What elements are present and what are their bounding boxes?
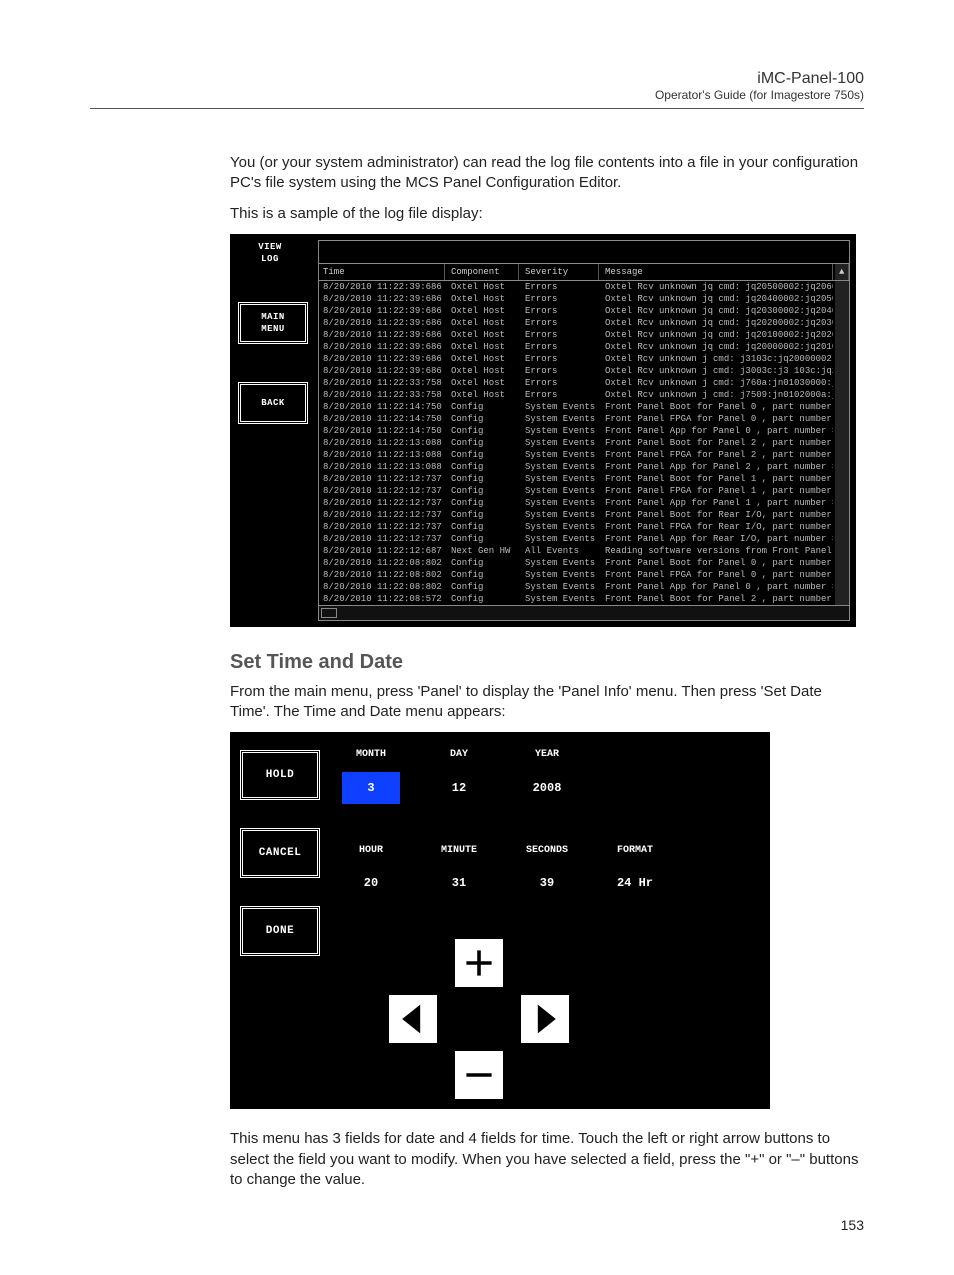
right-arrow-button[interactable] — [520, 994, 570, 1044]
label-year: YEAR — [518, 748, 576, 762]
value-seconds[interactable]: 39 — [518, 867, 576, 899]
col-time: Time — [319, 264, 445, 280]
log-row: 8/20/2010 11:22:14:750ConfigSystem Event… — [319, 413, 849, 425]
log-row: 8/20/2010 11:22:39:686Oxtel HostErrorsOx… — [319, 365, 849, 377]
value-year[interactable]: 2008 — [518, 772, 576, 804]
col-severity: Severity — [521, 264, 599, 280]
done-button[interactable]: DONE — [240, 906, 320, 956]
label-day: DAY — [430, 748, 488, 762]
plus-button[interactable] — [454, 938, 504, 988]
log-row: 8/20/2010 11:22:33:758Oxtel HostErrorsOx… — [319, 389, 849, 401]
left-arrow-button[interactable] — [388, 994, 438, 1044]
doc-subtitle: Operator's Guide (for Imagestore 750s) — [90, 88, 864, 102]
value-format[interactable]: 24 Hr — [606, 867, 664, 899]
label-month: MONTH — [342, 748, 400, 762]
view-log-button[interactable]: VIEW LOG — [238, 242, 302, 264]
log-row: 8/20/2010 11:22:13:088ConfigSystem Event… — [319, 437, 849, 449]
log-row: 8/20/2010 11:22:39:686Oxtel HostErrorsOx… — [319, 293, 849, 305]
log-toolbar — [319, 241, 849, 264]
page-number: 153 — [230, 1216, 864, 1235]
back-button[interactable]: BACK — [238, 382, 308, 424]
doc-title: iMC-Panel-100 — [90, 70, 864, 88]
hold-button[interactable]: HOLD — [240, 750, 320, 800]
log-row: 8/20/2010 11:22:08:802ConfigSystem Event… — [319, 581, 849, 593]
log-row: 8/20/2010 11:22:14:750ConfigSystem Event… — [319, 401, 849, 413]
log-row: 8/20/2010 11:22:08:802ConfigSystem Event… — [319, 569, 849, 581]
col-component: Component — [447, 264, 519, 280]
log-row: 8/20/2010 11:22:14:750ConfigSystem Event… — [319, 425, 849, 437]
cancel-button[interactable]: CANCEL — [240, 828, 320, 878]
log-row: 8/20/2010 11:22:39:686Oxtel HostErrorsOx… — [319, 353, 849, 365]
log-row: 8/20/2010 11:22:08:572ConfigSystem Event… — [319, 593, 849, 605]
section-heading-set-time: Set Time and Date — [230, 649, 864, 676]
label-minute: MINUTE — [430, 844, 488, 858]
log-row: 8/20/2010 11:22:39:686Oxtel HostErrorsOx… — [319, 305, 849, 317]
log-body: 8/20/2010 11:22:39:686Oxtel HostErrorsOx… — [319, 281, 849, 605]
log-row: 8/20/2010 11:22:33:758Oxtel HostErrorsOx… — [319, 377, 849, 389]
value-hour[interactable]: 20 — [342, 867, 400, 899]
minus-button[interactable] — [454, 1050, 504, 1100]
log-row: 8/20/2010 11:22:12:737ConfigSystem Event… — [319, 485, 849, 497]
value-month[interactable]: 3 — [342, 772, 400, 804]
outro-paragraph: This menu has 3 fields for date and 4 fi… — [230, 1129, 864, 1190]
log-row: 8/20/2010 11:22:12:737ConfigSystem Event… — [319, 473, 849, 485]
main-menu-button[interactable]: MAIN MENU — [238, 302, 308, 344]
label-format: FORMAT — [606, 844, 664, 858]
scrollbar-up-icon[interactable]: ▲ — [835, 264, 849, 280]
log-row: 8/20/2010 11:22:39:686Oxtel HostErrorsOx… — [319, 317, 849, 329]
log-row: 8/20/2010 11:22:39:686Oxtel HostErrorsOx… — [319, 341, 849, 353]
label-seconds: SECONDS — [518, 844, 576, 858]
page-header: iMC-Panel-100 Operator's Guide (for Imag… — [90, 70, 864, 109]
log-row: 8/20/2010 11:22:39:686Oxtel HostErrorsOx… — [319, 329, 849, 341]
datetime-panel: HOLD CANCEL DONE MONTH DAY YEAR 3 12 200… — [230, 732, 770, 1109]
log-row: 8/20/2010 11:22:13:088ConfigSystem Event… — [319, 449, 849, 461]
horizontal-scrollbar[interactable] — [319, 605, 849, 620]
log-row: 8/20/2010 11:22:13:088ConfigSystem Event… — [319, 461, 849, 473]
log-row: 8/20/2010 11:22:12:687Next Gen HWAll Eve… — [319, 545, 849, 557]
log-row: 8/20/2010 11:22:12:737ConfigSystem Event… — [319, 533, 849, 545]
value-minute[interactable]: 31 — [430, 867, 488, 899]
log-row: 8/20/2010 11:22:39:686Oxtel HostErrorsOx… — [319, 281, 849, 293]
section2-paragraph-1: From the main menu, press 'Panel' to dis… — [230, 682, 864, 723]
intro-paragraph-2: This is a sample of the log file display… — [230, 204, 864, 224]
log-row: 8/20/2010 11:22:12:737ConfigSystem Event… — [319, 521, 849, 533]
log-display-panel: VIEW LOG MAIN MENU BACK Time Component S… — [230, 234, 856, 627]
value-day[interactable]: 12 — [430, 772, 488, 804]
log-header-row: Time Component Severity Message ▲ — [319, 264, 849, 281]
log-row: 8/20/2010 11:22:12:737ConfigSystem Event… — [319, 497, 849, 509]
log-row: 8/20/2010 11:22:12:737ConfigSystem Event… — [319, 509, 849, 521]
label-hour: HOUR — [342, 844, 400, 858]
log-row: 8/20/2010 11:22:08:802ConfigSystem Event… — [319, 557, 849, 569]
col-message: Message — [601, 264, 833, 280]
intro-paragraph-1: You (or your system administrator) can r… — [230, 153, 864, 194]
